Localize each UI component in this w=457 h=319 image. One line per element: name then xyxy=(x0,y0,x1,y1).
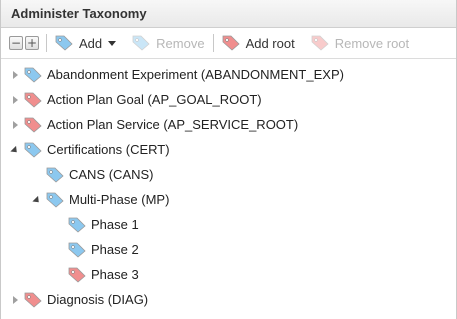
tree-node[interactable]: Phase 1 xyxy=(53,212,139,237)
tree-node-label: Certifications (CERT) xyxy=(47,142,170,157)
tree-node-label: Diagnosis (DIAG) xyxy=(47,292,149,307)
tree-node[interactable]: Phase 2 xyxy=(53,237,139,262)
toolbar-separator xyxy=(46,34,47,52)
tag-blue-icon xyxy=(46,167,64,183)
toolbar: − + Add Remove Add root Remove root xyxy=(1,28,456,59)
collapse-all-button[interactable]: − xyxy=(9,36,23,50)
tree-node-label: Phase 3 xyxy=(91,267,139,282)
tag-blue-icon xyxy=(24,67,42,83)
tag-blue-icon xyxy=(46,192,64,208)
remove-button[interactable]: Remove xyxy=(132,35,205,51)
tag-red-icon xyxy=(24,117,42,133)
tag-red-icon xyxy=(311,35,329,51)
panel-title: Administer Taxonomy xyxy=(1,0,456,28)
tag-blue-icon xyxy=(55,35,73,51)
tree-node[interactable]: Action Plan Service (AP_SERVICE_ROOT) xyxy=(9,112,298,137)
tag-blue-icon xyxy=(68,242,86,258)
tag-blue-icon xyxy=(132,35,150,51)
tree-node-label: Abandonment Experiment (ABANDONMENT_EXP) xyxy=(47,67,344,82)
collapse-toggle[interactable] xyxy=(31,194,43,206)
expand-toggle[interactable] xyxy=(9,69,21,81)
tag-blue-icon xyxy=(68,217,86,233)
expand-all-button[interactable]: + xyxy=(25,36,39,50)
tree-node[interactable]: Phase 3 xyxy=(53,262,139,287)
tree-node[interactable]: Certifications (CERT) xyxy=(9,137,170,162)
expand-toggle[interactable] xyxy=(9,294,21,306)
collapse-toggle[interactable] xyxy=(9,144,21,156)
tag-red-icon xyxy=(68,267,86,283)
expand-toggle[interactable] xyxy=(9,94,21,106)
tree-node[interactable]: Multi-Phase (MP) xyxy=(31,187,169,212)
tree-node-label: Action Plan Service (AP_SERVICE_ROOT) xyxy=(47,117,299,132)
add-button-label: Add xyxy=(79,35,103,51)
tree-node[interactable]: Diagnosis (DIAG) xyxy=(9,287,148,312)
tree-node-label: Action Plan Goal (AP_GOAL_ROOT) xyxy=(47,92,262,107)
remove-root-button-label: Remove root xyxy=(334,35,410,51)
expand-toggle[interactable] xyxy=(9,119,21,131)
tree-node-label: Multi-Phase (MP) xyxy=(69,192,170,207)
tag-red-icon xyxy=(24,92,42,108)
add-button[interactable]: Add xyxy=(55,35,117,51)
tree-node[interactable]: Abandonment Experiment (ABANDONMENT_EXP) xyxy=(9,62,344,87)
toolbar-separator xyxy=(212,34,214,52)
tag-red-icon xyxy=(222,35,240,51)
tree-node-label: Phase 2 xyxy=(91,242,139,257)
remove-button-label: Remove xyxy=(156,35,205,51)
taxonomy-panel: Administer Taxonomy − + Add Remove Add r… xyxy=(0,0,457,319)
add-root-button[interactable]: Add root xyxy=(222,35,295,51)
chevron-down-icon xyxy=(108,41,117,46)
tree-node-label: Phase 1 xyxy=(91,217,139,232)
tree-node-label: CANS (CANS) xyxy=(69,167,154,182)
remove-root-button[interactable]: Remove root xyxy=(311,35,409,51)
tree-node[interactable]: CANS (CANS) xyxy=(31,162,154,187)
add-root-button-label: Add root xyxy=(245,35,295,51)
tag-blue-icon xyxy=(24,142,42,158)
tag-red-icon xyxy=(24,292,42,308)
tree-node[interactable]: Action Plan Goal (AP_GOAL_ROOT) xyxy=(9,87,262,112)
